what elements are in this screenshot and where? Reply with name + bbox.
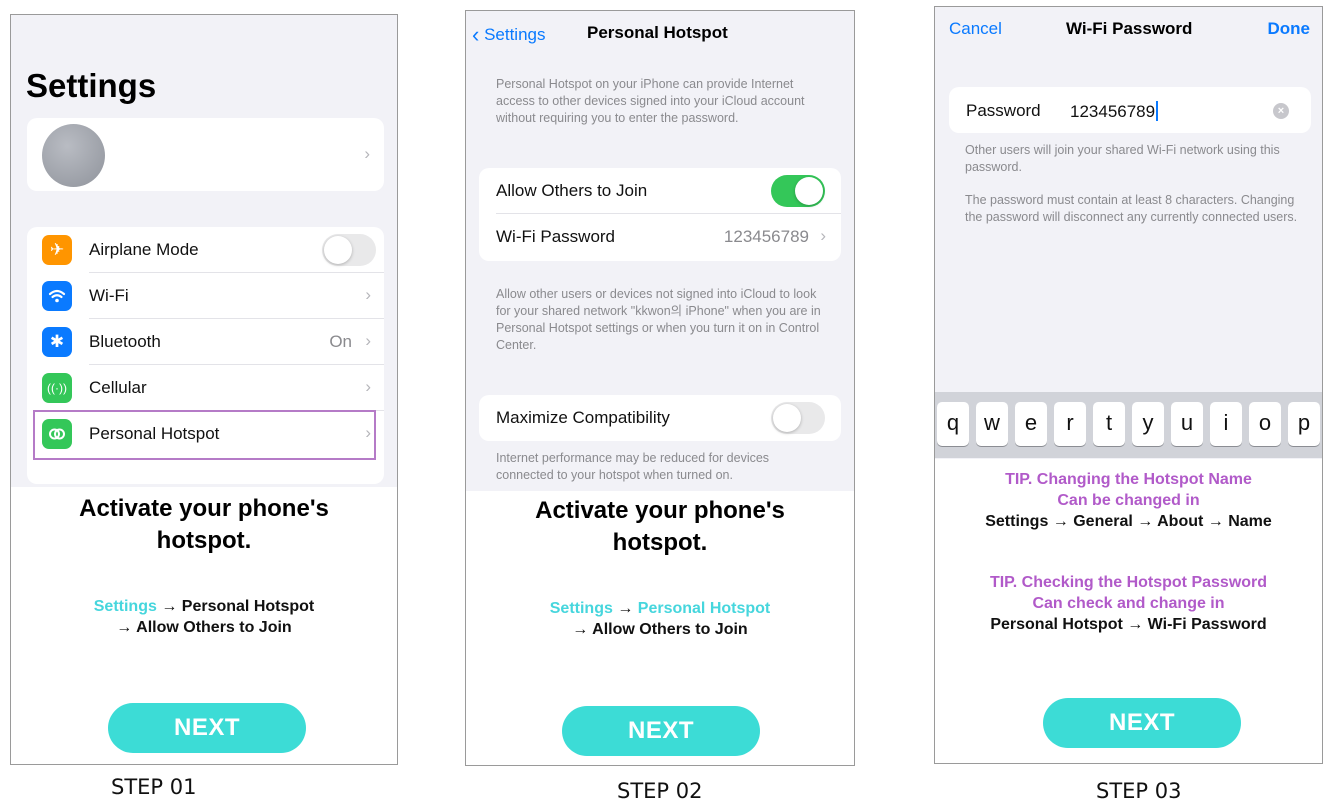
cellular-icon: ((·)) bbox=[42, 373, 72, 403]
back-button[interactable]: ‹ Settings bbox=[472, 22, 546, 48]
key-p[interactable]: p bbox=[1288, 402, 1320, 446]
key-e[interactable]: e bbox=[1015, 402, 1047, 446]
password-note-1: Other users will join your shared Wi-Fi … bbox=[965, 143, 1280, 174]
settings-title: Settings bbox=[26, 67, 157, 104]
password-note-2: The password must contain at least 8 cha… bbox=[965, 193, 1298, 224]
key-i[interactable]: i bbox=[1210, 402, 1242, 446]
maximize-note: Internet performance may be reduced for … bbox=[496, 451, 770, 482]
headline-line2: hotspot. bbox=[612, 529, 708, 556]
chevron-right-icon: › bbox=[820, 226, 826, 245]
allow-others-toggle[interactable] bbox=[771, 175, 825, 207]
step3-panel: Cancel Wi-Fi Password Done Password 1234… bbox=[934, 6, 1323, 764]
navigation-path: Settings → Personal Hotspot → Allow Othe… bbox=[466, 598, 854, 640]
chevron-right-icon: › bbox=[365, 285, 371, 304]
avatar bbox=[42, 124, 105, 187]
tip2-line2: Can check and change in bbox=[1032, 595, 1225, 612]
airplane-mode-toggle[interactable] bbox=[322, 234, 376, 266]
airplane-icon: ✈ bbox=[42, 235, 72, 265]
key-t[interactable]: t bbox=[1093, 402, 1125, 446]
hotspot-intro-text: Personal Hotspot on your iPhone can prov… bbox=[496, 77, 805, 125]
hotspot-settings-card: Allow Others to Join Wi-Fi Password 1234… bbox=[479, 168, 841, 261]
path-arrow: → bbox=[617, 600, 634, 617]
key-y[interactable]: y bbox=[1132, 402, 1164, 446]
maximize-toggle[interactable] bbox=[771, 402, 825, 434]
chevron-right-icon: › bbox=[364, 144, 370, 163]
step-label: STEP 02 bbox=[617, 779, 703, 803]
done-button[interactable]: Done bbox=[1268, 19, 1311, 39]
path-settings: Settings bbox=[549, 600, 613, 617]
password-field-card: Password 123456789 × bbox=[949, 87, 1311, 133]
allow-others-label: Allow Others to Join bbox=[496, 181, 648, 200]
maximize-card: Maximize Compatibility bbox=[479, 395, 841, 441]
instruction-headline: Activate your phone's hotspot. bbox=[466, 495, 854, 559]
chevron-left-icon: ‹ bbox=[472, 22, 480, 47]
path-line1: Settings → Personal Hotspot bbox=[466, 598, 854, 619]
headline-line1: Activate your phone's bbox=[535, 497, 785, 524]
tip1-line2: Can be changed in bbox=[1057, 492, 1200, 509]
allow-others-note: Allow other users or devices not signed … bbox=[496, 287, 821, 352]
wifi-password-value: 123456789 bbox=[723, 227, 809, 246]
step-label: STEP 01 bbox=[111, 775, 197, 799]
next-button[interactable]: NEXT bbox=[1043, 698, 1241, 748]
key-u[interactable]: u bbox=[1171, 402, 1203, 446]
back-label: Settings bbox=[484, 25, 546, 44]
maximize-compatibility-row[interactable]: Maximize Compatibility bbox=[479, 395, 841, 441]
headline-line1: Activate your phone's bbox=[79, 495, 329, 522]
key-o[interactable]: o bbox=[1249, 402, 1281, 446]
instruction-headline: Activate your phone's hotspot. bbox=[11, 493, 397, 557]
next-button[interactable]: NEXT bbox=[108, 703, 306, 753]
next-button[interactable]: NEXT bbox=[562, 706, 760, 756]
clear-icon[interactable]: × bbox=[1273, 103, 1289, 119]
chevron-right-icon: › bbox=[365, 377, 371, 396]
nav-title: Wi-Fi Password bbox=[1066, 19, 1193, 38]
bluetooth-icon: ✱ bbox=[42, 327, 72, 357]
step1-panel: Settings › ✈ Airplane Mode Wi-Fi › ✱ Blu… bbox=[10, 14, 398, 765]
wifi-password-label: Wi-Fi Password bbox=[496, 227, 616, 246]
text-cursor bbox=[1156, 101, 1159, 121]
row-label: Airplane Mode bbox=[89, 240, 199, 259]
tip1-title: TIP. Changing the Hotspot Name bbox=[1005, 471, 1252, 488]
path-hotspot: Personal Hotspot bbox=[637, 600, 771, 617]
profile-card[interactable]: › bbox=[27, 118, 384, 191]
row-label: Wi-Fi bbox=[89, 286, 129, 305]
step2-panel: ‹ Settings Personal Hotspot Personal Hot… bbox=[465, 10, 855, 766]
settings-row-wifi[interactable]: Wi-Fi › bbox=[27, 273, 384, 319]
wifi-icon bbox=[42, 281, 72, 311]
chevron-right-icon: › bbox=[365, 331, 371, 350]
row-label: Cellular bbox=[89, 378, 147, 397]
settings-row-cellular[interactable]: ((·)) Cellular › bbox=[27, 365, 384, 411]
navigation-path: Settings → Personal Hotspot → Allow Othe… bbox=[11, 596, 397, 638]
tip2-title: TIP. Checking the Hotspot Password bbox=[989, 574, 1268, 591]
allow-others-row[interactable]: Allow Others to Join bbox=[479, 168, 841, 214]
cancel-button[interactable]: Cancel bbox=[949, 19, 1002, 39]
tip1-path: Settings → General → About → Name bbox=[985, 513, 1272, 530]
settings-row-airplane-mode[interactable]: ✈ Airplane Mode bbox=[27, 227, 384, 273]
password-label: Password bbox=[966, 101, 1041, 120]
settings-row-bluetooth[interactable]: ✱ Bluetooth On › bbox=[27, 319, 384, 365]
path-hotspot: Personal Hotspot bbox=[181, 598, 315, 615]
key-q[interactable]: q bbox=[937, 402, 969, 446]
path-line1: Settings → Personal Hotspot bbox=[11, 596, 397, 617]
password-value: 123456789 bbox=[1070, 102, 1156, 121]
bluetooth-status: On bbox=[329, 332, 352, 351]
password-input[interactable]: 123456789 bbox=[1070, 101, 1159, 122]
tip-hotspot-name: TIP. Changing the Hotspot Name Can be ch… bbox=[935, 469, 1322, 532]
tip2-path: Personal Hotspot → Wi-Fi Password bbox=[990, 616, 1267, 633]
path-arrow: → bbox=[161, 598, 178, 615]
wifi-password-row[interactable]: Wi-Fi Password 123456789 › bbox=[479, 214, 841, 260]
row-label: Bluetooth bbox=[89, 332, 161, 351]
step-label: STEP 03 bbox=[1096, 779, 1182, 803]
hotspot-highlight-box bbox=[33, 410, 376, 460]
path-line2: → Allow Others to Join bbox=[116, 619, 292, 636]
key-w[interactable]: w bbox=[976, 402, 1008, 446]
path-line2: → Allow Others to Join bbox=[572, 621, 748, 638]
tip-hotspot-password: TIP. Checking the Hotspot Password Can c… bbox=[935, 572, 1322, 635]
maximize-label: Maximize Compatibility bbox=[496, 408, 670, 427]
nav-title: Personal Hotspot bbox=[587, 23, 728, 42]
headline-line2: hotspot. bbox=[156, 527, 252, 554]
key-r[interactable]: r bbox=[1054, 402, 1086, 446]
keyboard: q w e r t y u i o p bbox=[935, 392, 1322, 458]
path-settings: Settings bbox=[93, 598, 157, 615]
